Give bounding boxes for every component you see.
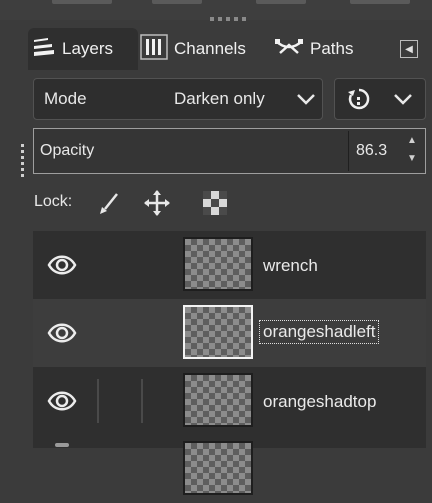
toolbar-button-edge[interactable] xyxy=(52,0,112,4)
tab-paths-label: Paths xyxy=(310,39,354,58)
lock-pixels-icon[interactable] xyxy=(92,186,126,220)
layer-thumbnail[interactable] xyxy=(183,305,253,359)
triangle-left-icon: ◀ xyxy=(405,43,413,55)
layer-name[interactable]: orangeshadleft xyxy=(259,320,380,344)
mode-value: Darken only xyxy=(174,89,265,108)
tab-channels-label: Channels xyxy=(174,39,246,58)
layer-name[interactable]: wrench xyxy=(263,256,318,276)
eye-icon[interactable] xyxy=(47,319,77,347)
paths-icon xyxy=(274,37,304,62)
opacity-label: Opacity xyxy=(40,142,95,159)
spin-up-icon[interactable]: ▲ xyxy=(402,132,422,150)
eye-icon[interactable] xyxy=(47,251,77,279)
eye-icon[interactable] xyxy=(55,443,69,447)
toolbar-button-edge[interactable] xyxy=(350,0,410,4)
lock-alpha-icon[interactable] xyxy=(198,186,232,220)
toolbar-button-edge[interactable] xyxy=(256,0,306,4)
channels-icon xyxy=(140,33,168,65)
lock-label: Lock: xyxy=(34,193,73,210)
tab-layers-label: Layers xyxy=(62,39,114,58)
layer-thumbnail[interactable] xyxy=(183,441,253,495)
composite-mode-select[interactable] xyxy=(334,78,426,120)
layers-list: wrench orangeshadleft orangeshadtop xyxy=(33,231,426,495)
divider xyxy=(97,379,99,423)
eye-icon[interactable] xyxy=(47,387,77,415)
layer-thumbnail[interactable] xyxy=(183,373,253,427)
opacity-spin-buttons[interactable]: ▲ ▼ xyxy=(402,132,422,170)
layers-icon xyxy=(32,36,56,63)
dock-tab-bar: Layers Channels Paths xyxy=(28,28,432,70)
layer-thumbnail[interactable] xyxy=(183,237,253,291)
divider xyxy=(348,131,349,171)
tab-layers[interactable]: Layers xyxy=(28,28,138,70)
layer-row[interactable]: orangeshadtop xyxy=(33,367,426,435)
drag-handle-icon[interactable] xyxy=(21,144,24,178)
lock-position-icon[interactable] xyxy=(140,186,174,220)
opacity-spinscale[interactable]: Opacity 86.3 ▲ ▼ xyxy=(33,128,426,174)
mode-select[interactable]: Mode Darken only xyxy=(33,78,323,120)
layer-row[interactable]: orangeshadleft xyxy=(33,299,426,367)
composite-mode-icon xyxy=(345,86,373,119)
toolbar-button-edge[interactable] xyxy=(152,0,202,4)
dock-menu-button[interactable]: ◀ xyxy=(400,40,418,58)
mode-label: Mode xyxy=(44,89,87,108)
opacity-value[interactable]: 86.3 xyxy=(356,142,387,160)
tab-channels[interactable]: Channels xyxy=(140,28,272,70)
spin-down-icon[interactable]: ▼ xyxy=(402,150,422,168)
chevron-down-icon xyxy=(393,92,413,110)
layer-name[interactable]: orangeshadtop xyxy=(263,392,376,412)
layer-row[interactable]: wrench xyxy=(33,231,426,299)
chevron-down-icon xyxy=(296,92,316,108)
tab-paths[interactable]: Paths xyxy=(274,28,374,70)
dock-resize-grip[interactable] xyxy=(210,17,246,21)
chain-slot[interactable] xyxy=(141,379,143,423)
layer-row[interactable] xyxy=(33,435,426,503)
